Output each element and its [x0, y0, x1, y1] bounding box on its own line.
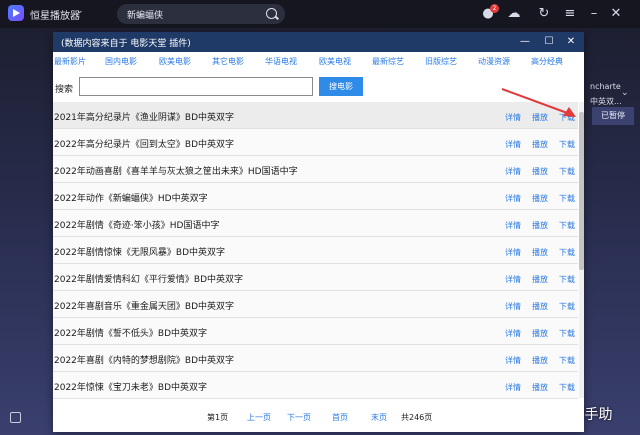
nav-latest-variety[interactable]: 最新综艺: [372, 56, 404, 67]
nav-old-variety[interactable]: 旧版综艺: [425, 56, 457, 67]
minimize-icon[interactable]: —: [517, 34, 533, 50]
download-link[interactable]: 下载: [559, 274, 575, 285]
pagination: 第1页 上一页 下一页 首页 末页 共246页: [53, 410, 584, 426]
search-movie-button[interactable]: 搜电影: [319, 77, 363, 96]
app-title[interactable]: 恒星播放器: [30, 7, 80, 22]
movie-title[interactable]: 2022年动画喜剧《喜羊羊与灰太狼之筐出未来》HD国语中字: [54, 164, 298, 177]
minimize-icon[interactable]: –: [584, 4, 604, 24]
download-link[interactable]: 下载: [559, 355, 575, 366]
chevron-down-icon[interactable]: ⌄: [76, 6, 84, 16]
maximize-icon[interactable]: ☐: [541, 34, 557, 50]
close-icon[interactable]: ✕: [563, 34, 579, 50]
current-page: 第1页: [207, 413, 229, 422]
now-playing-line2: 中英双...: [590, 97, 622, 106]
movie-title[interactable]: 2022年剧情《奇迹·笨小孩》HD国语中字: [54, 218, 219, 231]
nav-latest-movies[interactable]: 最新影片: [54, 56, 86, 67]
player-search-bar[interactable]: 新蝙蝠侠: [117, 4, 285, 24]
table-row[interactable]: 2022年高分纪录片《回到太空》BD中英双字 详情 播放 下载: [53, 129, 578, 156]
player-top-bar: 恒星播放器 ⌄ 新蝙蝠侠 ● 2 ☁ ↻ ≡ – ✕: [0, 0, 640, 28]
detail-link[interactable]: 详情: [505, 193, 521, 204]
table-row[interactable]: 2022年惊悚《宝刀未老》BD中英双字 详情 播放 下载: [53, 372, 578, 399]
play-link[interactable]: 播放: [532, 355, 548, 366]
first-page-link[interactable]: 首页: [332, 412, 348, 423]
now-playing-line1: ncharte: [590, 82, 621, 91]
movie-title[interactable]: 2022年剧情《誓不低头》BD中英双字: [54, 326, 207, 339]
movie-title[interactable]: 2022年喜剧音乐《重金属天团》BD中英双字: [54, 299, 234, 312]
movie-title[interactable]: 2022年喜剧《内特的梦想剧院》BD中英双字: [54, 353, 234, 366]
nav-western-movies[interactable]: 欧美电影: [159, 56, 191, 67]
refresh-icon[interactable]: ↻: [534, 4, 554, 24]
play-link[interactable]: 播放: [532, 382, 548, 393]
download-link[interactable]: 下载: [559, 193, 575, 204]
nav-anime[interactable]: 动漫资源: [478, 56, 510, 67]
table-row[interactable]: 2022年喜剧音乐《重金属天团》BD中英双字 详情 播放 下载: [53, 291, 578, 318]
category-nav: 最新影片 国内电影 欧美电影 其它电影 华语电视 欧美电视 最新综艺 旧版综艺 …: [53, 54, 584, 70]
play-link[interactable]: 播放: [532, 193, 548, 204]
prev-page-link[interactable]: 上一页: [247, 412, 271, 423]
download-link[interactable]: 下载: [559, 166, 575, 177]
detail-link[interactable]: 详情: [505, 274, 521, 285]
detail-link[interactable]: 详情: [505, 382, 521, 393]
download-link[interactable]: 下载: [559, 139, 575, 150]
paused-status[interactable]: 已暂停: [592, 107, 634, 125]
dialog-title: (数据内容来自于 电影天堂 插件): [61, 39, 191, 49]
detail-link[interactable]: 详情: [505, 220, 521, 231]
table-row[interactable]: 2022年剧情惊悚《无限风暴》BD中英双字 详情 播放 下载: [53, 237, 578, 264]
movie-search-input[interactable]: [79, 77, 313, 96]
download-link[interactable]: 下载: [559, 382, 575, 393]
close-icon[interactable]: ✕: [606, 4, 626, 24]
next-page-link[interactable]: 下一页: [287, 412, 311, 423]
download-link[interactable]: 下载: [559, 328, 575, 339]
movie-title[interactable]: 2022年剧情爱情科幻《平行爱情》BD中英双字: [54, 272, 243, 285]
table-row[interactable]: 2022年剧情《奇迹·笨小孩》HD国语中字 详情 播放 下载: [53, 210, 578, 237]
detail-link[interactable]: 详情: [505, 328, 521, 339]
table-row[interactable]: 2022年动画喜剧《喜羊羊与灰太狼之筐出未来》HD国语中字 详情 播放 下载: [53, 156, 578, 183]
play-link[interactable]: 播放: [532, 139, 548, 150]
movie-title[interactable]: 2021年高分纪录片《渔业阴谋》BD中英双字: [54, 110, 234, 123]
nav-domestic-movies[interactable]: 国内电影: [105, 56, 137, 67]
download-link[interactable]: 下载: [559, 301, 575, 312]
list-scrollbar[interactable]: [579, 102, 584, 398]
movie-title[interactable]: 2022年惊悚《宝刀未老》BD中英双字: [54, 380, 207, 393]
play-link[interactable]: 播放: [532, 301, 548, 312]
table-row[interactable]: 2022年动作《新蝙蝠侠》HD中英双字 详情 播放 下载: [53, 183, 578, 210]
movie-title[interactable]: 2022年剧情惊悚《无限风暴》BD中英双字: [54, 245, 225, 258]
menu-icon[interactable]: ≡: [560, 4, 580, 24]
movie-list: 2021年高分纪录片《渔业阴谋》BD中英双字 详情 播放 下载 2022年高分纪…: [53, 102, 580, 399]
chevron-down-icon[interactable]: ⌄: [621, 88, 629, 98]
scrollbar-thumb[interactable]: [579, 112, 584, 270]
player-search-input[interactable]: 新蝙蝠侠: [127, 8, 163, 21]
play-link[interactable]: 播放: [532, 247, 548, 258]
play-link[interactable]: 播放: [532, 274, 548, 285]
download-link[interactable]: 下载: [559, 220, 575, 231]
detail-link[interactable]: 详情: [505, 139, 521, 150]
play-link[interactable]: 播放: [532, 220, 548, 231]
play-link[interactable]: 播放: [532, 328, 548, 339]
table-row[interactable]: 2022年喜剧《内特的梦想剧院》BD中英双字 详情 播放 下载: [53, 345, 578, 372]
cloud-icon[interactable]: ☁: [504, 4, 524, 24]
total-pages: 共246页: [401, 413, 433, 422]
movie-title[interactable]: 2022年动作《新蝙蝠侠》HD中英双字: [54, 191, 208, 204]
nav-chinese-tv[interactable]: 华语电视: [265, 56, 297, 67]
detail-link[interactable]: 详情: [505, 355, 521, 366]
nav-top-rated[interactable]: 高分经典: [531, 56, 563, 67]
table-row[interactable]: 2022年剧情《誓不低头》BD中英双字 详情 播放 下载: [53, 318, 578, 345]
detail-link[interactable]: 详情: [505, 301, 521, 312]
search-label: 搜索: [55, 85, 74, 95]
last-page-link[interactable]: 末页: [371, 412, 387, 423]
table-row[interactable]: 2022年剧情爱情科幻《平行爱情》BD中英双字 详情 播放 下载: [53, 264, 578, 291]
download-link[interactable]: 下载: [559, 247, 575, 258]
play-link[interactable]: 播放: [532, 166, 548, 177]
app-logo-icon: [8, 5, 24, 21]
red-arrow-annotation: [501, 88, 576, 117]
detail-link[interactable]: 详情: [505, 166, 521, 177]
nav-western-tv[interactable]: 欧美电视: [319, 56, 351, 67]
detail-link[interactable]: 详情: [505, 247, 521, 258]
notification-badge: 2: [490, 4, 499, 13]
dialog-titlebar[interactable]: (数据内容来自于 电影天堂 插件) — ☐ ✕: [53, 32, 584, 52]
movie-title[interactable]: 2022年高分纪录片《回到太空》BD中英双字: [54, 137, 234, 150]
nav-other-movies[interactable]: 其它电影: [212, 56, 244, 67]
search-icon[interactable]: [266, 8, 277, 19]
exit-icon[interactable]: [10, 412, 21, 423]
